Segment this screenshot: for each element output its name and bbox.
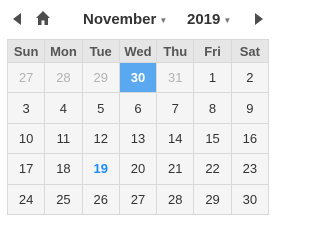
calendar-grid: Sun Mon Tue Wed Thu Fri Sat 27 28 29 30 … <box>6 39 270 216</box>
day-cell-prev-month[interactable]: 31 <box>156 61 195 94</box>
day-cell[interactable]: 16 <box>230 122 270 155</box>
day-cell[interactable]: 9 <box>230 92 270 124</box>
next-month-icon[interactable] <box>251 10 267 28</box>
date-picker: November ▼ 2019 ▼ Sun Mon Tue Wed Thu Fr… <box>0 0 277 222</box>
week-row: 27 28 29 30 31 1 2 <box>6 61 270 94</box>
day-cell[interactable]: 6 <box>118 92 158 124</box>
week-row: 3 4 5 6 7 8 9 <box>6 92 270 124</box>
day-cell[interactable]: 14 <box>156 122 195 155</box>
home-icon[interactable] <box>35 9 51 27</box>
day-cell[interactable]: 23 <box>230 153 270 185</box>
year-select[interactable]: 2019 ▼ <box>187 9 231 29</box>
day-cell[interactable]: 30 <box>230 183 270 216</box>
day-cell[interactable]: 26 <box>81 183 120 216</box>
month-select[interactable]: November ▼ <box>83 9 167 29</box>
day-cell[interactable]: 17 <box>6 153 46 185</box>
weekday-wed: Wed <box>118 39 158 63</box>
day-cell[interactable]: 2 <box>230 61 270 94</box>
day-cell[interactable]: 15 <box>193 122 232 155</box>
day-cell[interactable]: 4 <box>44 92 83 124</box>
day-cell[interactable]: 5 <box>81 92 120 124</box>
weekday-thu: Thu <box>156 39 195 63</box>
calendar-header: November ▼ 2019 ▼ <box>0 0 277 38</box>
weekday-mon: Mon <box>44 39 83 63</box>
day-cell[interactable]: 7 <box>156 92 195 124</box>
day-cell[interactable]: 20 <box>118 153 158 185</box>
day-cell-today[interactable]: 19 <box>81 153 120 185</box>
day-cell-prev-month[interactable]: 28 <box>44 61 83 94</box>
day-cell[interactable]: 22 <box>193 153 232 185</box>
day-cell[interactable]: 1 <box>193 61 232 94</box>
day-cell[interactable]: 27 <box>118 183 158 216</box>
day-cell[interactable]: 3 <box>6 92 46 124</box>
weekday-sun: Sun <box>6 39 46 63</box>
caret-down-icon: ▼ <box>223 15 232 25</box>
day-cell[interactable]: 29 <box>193 183 232 216</box>
year-label: 2019 <box>187 10 221 28</box>
weekday-tue: Tue <box>81 39 120 63</box>
weekday-fri: Fri <box>193 39 232 63</box>
weekday-header-row: Sun Mon Tue Wed Thu Fri Sat <box>6 39 270 63</box>
day-cell[interactable]: 24 <box>6 183 46 216</box>
day-cell[interactable]: 10 <box>6 122 46 155</box>
caret-down-icon: ▼ <box>159 15 168 25</box>
day-cell-prev-month[interactable]: 29 <box>81 61 120 94</box>
day-cell[interactable]: 18 <box>44 153 83 185</box>
month-label: November <box>83 10 157 28</box>
week-row: 10 11 12 13 14 15 16 <box>6 122 270 155</box>
weekday-sat: Sat <box>230 39 270 63</box>
day-cell-selected[interactable]: 30 <box>118 61 158 94</box>
day-cell[interactable]: 25 <box>44 183 83 216</box>
day-cell[interactable]: 12 <box>81 122 120 155</box>
day-cell[interactable]: 8 <box>193 92 232 124</box>
day-cell[interactable]: 21 <box>156 153 195 185</box>
day-cell[interactable]: 28 <box>156 183 195 216</box>
prev-month-icon[interactable] <box>9 10 25 28</box>
day-cell[interactable]: 11 <box>44 122 83 155</box>
week-row: 17 18 19 20 21 22 23 <box>6 153 270 185</box>
day-cell[interactable]: 13 <box>118 122 158 155</box>
day-cell-prev-month[interactable]: 27 <box>6 61 46 94</box>
week-row: 24 25 26 27 28 29 30 <box>6 183 270 216</box>
